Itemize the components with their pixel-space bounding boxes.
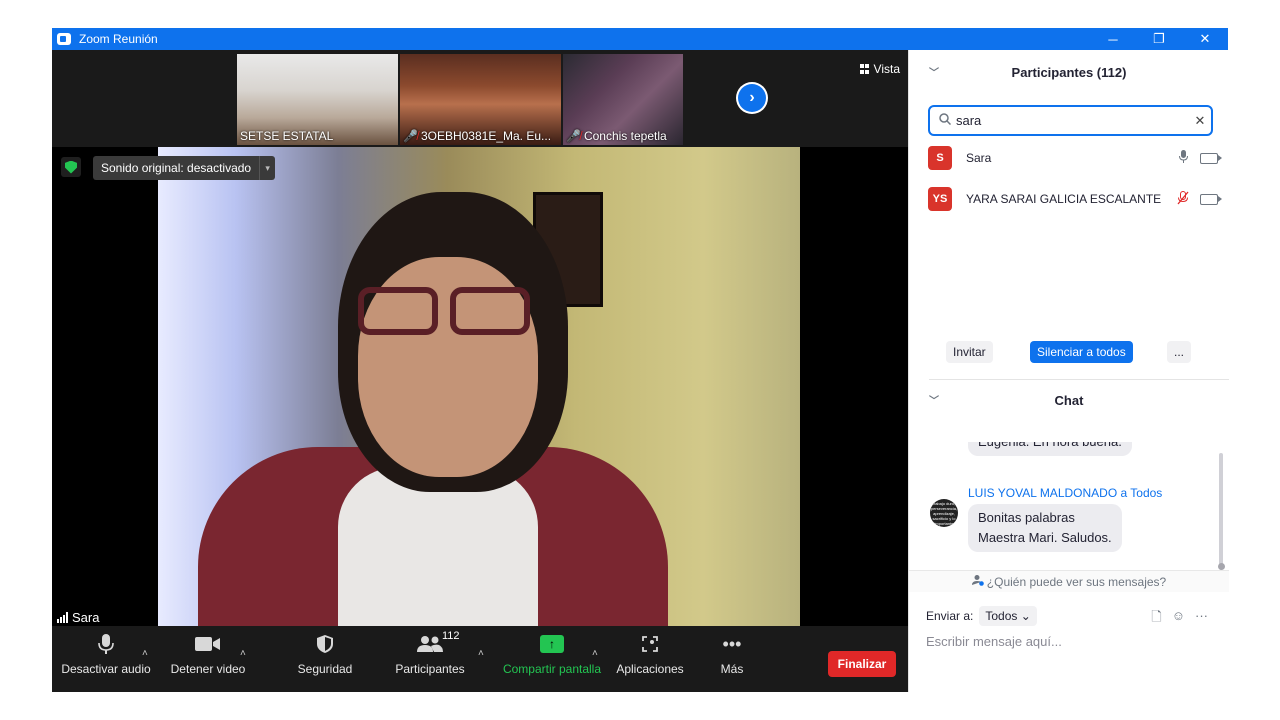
chat-header: ﹀ Chat xyxy=(909,380,1229,420)
participants-header: ﹀ Participantes (112) xyxy=(909,52,1229,92)
chevron-down-icon[interactable]: ﹀ xyxy=(929,392,939,407)
share-options-caret[interactable]: ˄ xyxy=(592,648,598,659)
chevron-down-icon[interactable]: ▾ xyxy=(259,156,275,180)
avatar: YS xyxy=(928,187,952,211)
chat-message: Bonitas palabras Maestra Mari. Saludos. xyxy=(968,504,1122,552)
participant-search-input[interactable]: sara ✕ xyxy=(928,105,1213,136)
speaker-glasses xyxy=(358,287,538,337)
participants-more-button[interactable]: ... xyxy=(1167,341,1192,363)
chevron-down-icon: ⌄ xyxy=(1020,609,1031,623)
chevron-right-icon: › xyxy=(738,84,766,112)
zoom-app-icon xyxy=(57,33,71,45)
invite-button[interactable]: Invitar xyxy=(946,341,993,363)
avatar: S xyxy=(928,146,952,170)
more-button[interactable]: ••• Más xyxy=(712,626,752,692)
search-icon xyxy=(934,113,956,128)
apps-button[interactable]: Aplicaciones xyxy=(614,626,686,692)
view-label: Vista xyxy=(873,62,900,76)
view-button[interactable]: Vista xyxy=(859,62,900,76)
clear-icon[interactable]: ✕ xyxy=(1189,113,1211,129)
person-visibility-icon xyxy=(971,574,984,589)
thumbnail-name: SETSE ESTATAL xyxy=(240,129,334,143)
zoom-window: Zoom Reunión ─ ❐ ✕ SETSE ESTATAL 🎤̸ 3OEBH… xyxy=(52,28,1229,692)
shield-icon xyxy=(316,626,334,662)
side-panel: ﹀ Participantes (112) sara ✕ S Sara YS Y… xyxy=(908,50,1229,692)
video-camera-icon xyxy=(195,626,221,662)
chat-message-input[interactable]: Escribir mensaje aquí... xyxy=(926,634,1062,649)
window-title: Zoom Reunión xyxy=(79,32,158,46)
encryption-shield-icon[interactable] xyxy=(61,157,81,177)
chat-sender: LUIS YOVAL MALDONADO a Todos xyxy=(968,486,1163,500)
minimize-button[interactable]: ─ xyxy=(1090,28,1136,50)
search-value: sara xyxy=(956,113,982,128)
thumbnail-video[interactable]: 🎤̸ 3OEBH0381E_Ma. Eu... xyxy=(400,54,561,145)
chat-messages: Eugenia. En hora buena. LUIS YOVAL MALDO… xyxy=(909,442,1221,572)
avatar: trabajo duro, perseverancia, aprendizaje… xyxy=(930,499,958,527)
window-controls: ─ ❐ ✕ xyxy=(1090,28,1228,50)
thumbnail-name: 🎤̸ Conchis tepetla xyxy=(566,129,667,143)
speaker-name: Sara xyxy=(72,609,100,625)
microphone-icon[interactable] xyxy=(1176,150,1190,166)
participants-title: Participantes (112) xyxy=(1011,64,1127,80)
mute-all-button[interactable]: Silenciar a todos xyxy=(1030,341,1133,363)
chat-tools: 🗋 ☺ ··· xyxy=(1151,608,1208,630)
next-page-button[interactable]: › xyxy=(736,82,768,114)
audio-options-caret[interactable]: ˄ xyxy=(142,648,148,659)
thumbnail-name: 🎤̸ 3OEBH0381E_Ma. Eu... xyxy=(403,129,552,143)
grid-icon xyxy=(859,64,870,74)
more-icon[interactable]: ··· xyxy=(1195,608,1208,630)
thumbnail-video[interactable]: SETSE ESTATAL xyxy=(237,54,398,145)
share-screen-icon: ↑ xyxy=(540,626,564,662)
who-can-see-messages[interactable]: ¿Quién puede ver sus mensajes? xyxy=(909,570,1229,592)
chat-scrollbar[interactable] xyxy=(1219,453,1223,570)
video-options-caret[interactable]: ˄ xyxy=(240,648,246,659)
share-screen-button[interactable]: ↑ Compartir pantalla xyxy=(500,626,604,692)
video-camera-icon[interactable] xyxy=(1200,193,1222,205)
file-icon[interactable]: 🗋 xyxy=(1151,608,1161,630)
letterbox-right xyxy=(800,147,908,627)
more-dots-icon: ••• xyxy=(722,633,742,654)
meeting-toolbar: Desactivar audio ˄ Detener video ˄ Segur… xyxy=(52,626,908,692)
microphone-icon xyxy=(98,626,114,662)
chat-scroll-handle[interactable] xyxy=(1218,563,1225,570)
participant-row[interactable]: S Sara xyxy=(928,144,1222,172)
send-to: Enviar a: Todos ⌄ xyxy=(926,606,1037,626)
participant-name: Sara xyxy=(966,151,992,165)
chat-message: Eugenia. En hora buena. xyxy=(968,442,1132,456)
close-button[interactable]: ✕ xyxy=(1182,28,1228,50)
restore-button[interactable]: ❐ xyxy=(1136,28,1182,50)
mic-muted-icon: 🎤̸ xyxy=(566,129,581,143)
send-to-dropdown[interactable]: Todos ⌄ xyxy=(979,606,1037,626)
original-sound-label: Sonido original: desactivado xyxy=(101,161,252,175)
mic-muted-icon: 🎤̸ xyxy=(403,129,418,143)
participant-row[interactable]: YS YARA SARAI GALICIA ESCALANTE xyxy=(928,185,1222,213)
signal-strength-icon xyxy=(57,611,68,623)
speaker-name-tag: Sara xyxy=(52,607,105,627)
security-button[interactable]: Seguridad xyxy=(292,626,358,692)
active-speaker-video xyxy=(158,147,800,627)
letterbox-left xyxy=(52,147,158,627)
microphone-muted-icon[interactable] xyxy=(1176,190,1190,208)
participants-button[interactable]: 112 Participantes xyxy=(392,626,468,692)
thumbnail-strip: SETSE ESTATAL 🎤̸ 3OEBH0381E_Ma. Eu... 🎤̸ C… xyxy=(237,54,683,145)
title-bar: Zoom Reunión ─ ❐ ✕ xyxy=(52,28,1228,50)
apps-icon xyxy=(641,626,659,662)
thumbnail-video[interactable]: 🎤̸ Conchis tepetla xyxy=(563,54,683,145)
original-sound-toggle[interactable]: Sonido original: desactivado ▾ xyxy=(93,156,276,180)
people-icon xyxy=(417,626,443,662)
stop-video-button[interactable]: Detener video xyxy=(168,626,248,692)
participant-name: YARA SARAI GALICIA ESCALANTE xyxy=(966,192,1162,206)
chat-title: Chat xyxy=(1054,392,1084,408)
participants-count: 112 xyxy=(442,630,460,642)
mute-audio-button[interactable]: Desactivar audio xyxy=(61,626,151,692)
emoji-icon[interactable]: ☺ xyxy=(1172,608,1185,630)
video-camera-icon[interactable] xyxy=(1200,152,1222,164)
chevron-down-icon[interactable]: ﹀ xyxy=(929,64,939,79)
end-meeting-button[interactable]: Finalizar xyxy=(828,651,896,677)
send-to-label: Enviar a: xyxy=(926,609,974,623)
participants-options-caret[interactable]: ˄ xyxy=(478,648,484,659)
video-area: SETSE ESTATAL 🎤̸ 3OEBH0381E_Ma. Eu... 🎤̸ C… xyxy=(52,50,908,627)
